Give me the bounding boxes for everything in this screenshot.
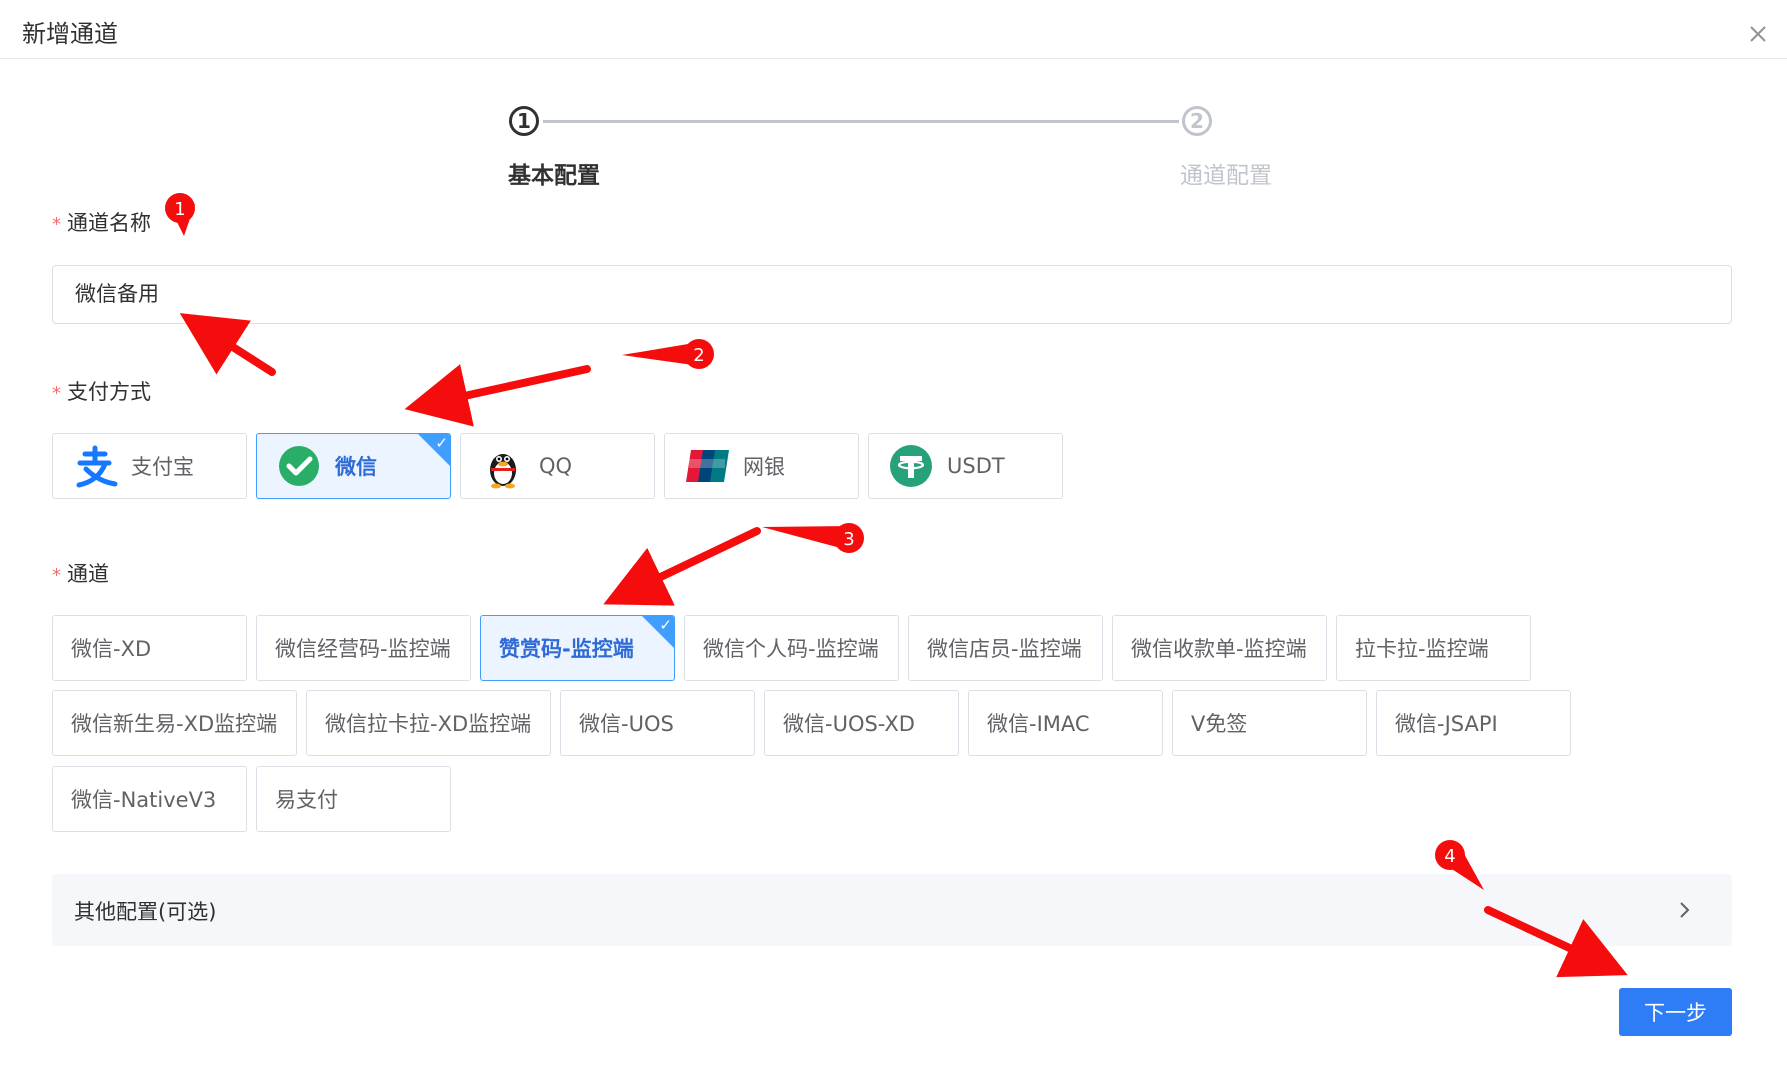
payment-method-label: * 支付方式 — [52, 376, 151, 406]
channel-option-selected[interactable]: 赞赏码-监控端 ✓ — [480, 615, 675, 681]
channel-option[interactable]: 微信-XD — [52, 615, 247, 681]
channel-option-label: 微信收款单-监控端 — [1131, 637, 1307, 661]
channel-option[interactable]: 微信拉卡拉-XD监控端 — [306, 690, 551, 756]
channel-option[interactable]: 微信个人码-监控端 — [684, 615, 899, 681]
payment-option-alipay[interactable]: 支付宝 — [52, 433, 247, 499]
channel-option[interactable]: 微信-UOS — [560, 690, 755, 756]
annotation-number: 3 — [843, 529, 854, 550]
channel-option-label: 微信-IMAC — [987, 712, 1090, 736]
required-mark: * — [52, 565, 61, 586]
step-connector-line — [543, 120, 1179, 123]
channel-option[interactable]: 微信-UOS-XD — [764, 690, 959, 756]
channel-option-label: 微信经营码-监控端 — [275, 637, 451, 661]
annotation-pin-3: 3 — [762, 523, 864, 553]
channel-option[interactable]: 微信经营码-监控端 — [256, 615, 471, 681]
channel-option-label: 微信-UOS-XD — [783, 712, 915, 736]
annotation-arrow-2 — [404, 364, 591, 427]
required-mark: * — [52, 383, 61, 404]
tether-icon — [890, 445, 932, 487]
channel-option-label: 拉卡拉-监控端 — [1355, 637, 1489, 661]
channel-option-label: 微信-JSAPI — [1395, 712, 1498, 736]
payment-method-label-text: 支付方式 — [67, 380, 151, 404]
channel-name-input[interactable]: 微信备用 — [52, 265, 1732, 324]
channel-option-label: 微信新生易-XD监控端 — [71, 712, 278, 736]
channel-name-label: * 通道名称 — [52, 207, 151, 237]
channel-option-label: 易支付 — [275, 788, 338, 812]
annotation-pin-1: 1 — [165, 193, 195, 236]
other-config-label: 其他配置(可选) — [74, 900, 217, 924]
payment-option-label: 支付宝 — [131, 455, 194, 479]
wechat-icon — [279, 446, 319, 486]
channel-label: * 通道 — [52, 558, 109, 588]
channel-option[interactable]: V免签 — [1172, 690, 1367, 756]
annotation-number: 2 — [693, 345, 704, 366]
channel-option-label: 微信店员-监控端 — [927, 637, 1082, 661]
close-icon[interactable] — [1744, 20, 1772, 48]
channel-option[interactable]: 微信收款单-监控端 — [1112, 615, 1327, 681]
channel-label-text: 通道 — [67, 562, 109, 586]
payment-option-qq[interactable]: QQ — [460, 433, 655, 499]
step-1-title: 基本配置 — [508, 163, 600, 189]
check-icon: ✓ — [435, 434, 448, 452]
required-mark: * — [52, 214, 61, 235]
chevron-right-icon[interactable] — [1672, 898, 1696, 922]
channel-option-label: 微信-NativeV3 — [71, 788, 217, 812]
qq-penguin-icon — [490, 454, 516, 489]
annotation-pin-2: 2 — [622, 339, 714, 369]
channel-option-label: 赞赏码-监控端 — [499, 637, 634, 661]
dialog-header: 新增通道 — [0, 0, 1787, 59]
payment-option-label: 微信 — [335, 455, 377, 479]
channel-option[interactable]: 微信店员-监控端 — [908, 615, 1103, 681]
check-icon: ✓ — [659, 616, 672, 634]
channel-option[interactable]: 微信新生易-XD监控端 — [52, 690, 297, 756]
channel-option[interactable]: 易支付 — [256, 766, 451, 832]
channel-option[interactable]: 微信-NativeV3 — [52, 766, 247, 832]
payment-option-usdt[interactable]: USDT — [868, 433, 1063, 499]
annotation-number: 1 — [174, 199, 185, 220]
channel-option-label: 微信个人码-监控端 — [703, 637, 879, 661]
other-config-collapse[interactable]: 其他配置(可选) — [52, 874, 1732, 946]
channel-option-label: 微信-UOS — [579, 712, 674, 736]
channel-option[interactable]: 微信-JSAPI — [1376, 690, 1571, 756]
channel-option-label: 微信拉卡拉-XD监控端 — [325, 712, 532, 736]
annotation-arrow-1 — [179, 313, 276, 376]
step-2-title: 通道配置 — [1180, 163, 1272, 189]
payment-option-wechat[interactable]: 微信 ✓ — [256, 433, 451, 499]
dialog-title: 新增通道 — [22, 20, 118, 48]
channel-name-label-text: 通道名称 — [67, 211, 151, 235]
payment-option-unionpay[interactable]: 网银 — [664, 433, 859, 499]
channel-option[interactable]: 拉卡拉-监控端 — [1336, 615, 1531, 681]
channel-option-label: 微信-XD — [71, 637, 152, 661]
payment-option-label: 网银 — [743, 455, 785, 479]
alipay-icon — [76, 445, 118, 488]
step-2-icon: 2 — [1182, 106, 1212, 136]
unionpay-icon — [686, 450, 729, 482]
channel-option[interactable]: 微信-IMAC — [968, 690, 1163, 756]
annotation-number: 4 — [1444, 846, 1455, 867]
next-step-button[interactable]: 下一步 — [1619, 988, 1732, 1036]
channel-option-label: V免签 — [1191, 712, 1248, 736]
payment-option-label: QQ — [539, 454, 573, 478]
payment-option-label: USDT — [947, 454, 1005, 478]
annotation-arrow-3 — [603, 527, 761, 606]
step-1-icon: 1 — [509, 106, 539, 136]
